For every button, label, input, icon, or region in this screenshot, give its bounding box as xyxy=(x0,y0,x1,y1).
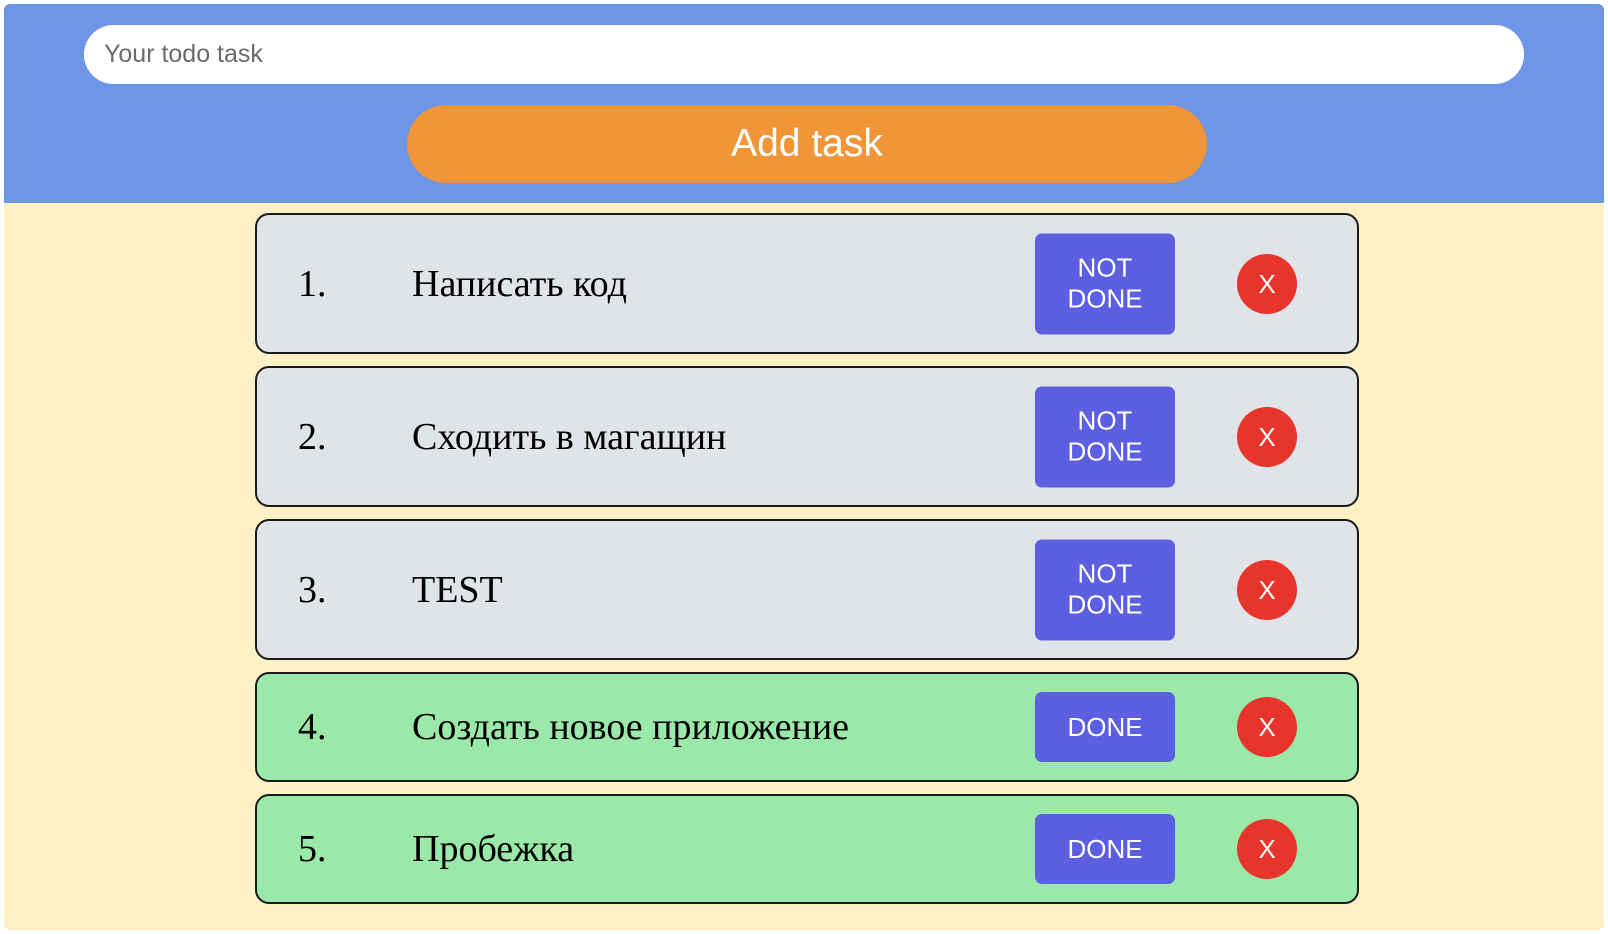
task-text: Написать код xyxy=(412,262,627,305)
task-text: Сходить в магащин xyxy=(412,415,727,458)
task-number: 1. xyxy=(298,262,327,305)
delete-task-button[interactable]: X xyxy=(1237,819,1297,879)
delete-task-button[interactable]: X xyxy=(1237,253,1297,314)
task-number: 5. xyxy=(298,828,327,870)
task-row: 3. TEST NOT DONE X xyxy=(255,519,1359,660)
toggle-status-button[interactable]: DONE xyxy=(1035,814,1175,884)
delete-task-button[interactable]: X xyxy=(1237,697,1297,757)
toggle-status-button[interactable]: NOT DONE xyxy=(1035,386,1175,487)
add-task-button[interactable]: Add task xyxy=(407,105,1207,183)
toggle-status-button[interactable]: DONE xyxy=(1035,692,1175,762)
header: Add task xyxy=(4,4,1604,203)
todo-app: Add task 1. Написать код NOT DONE X 2. С… xyxy=(4,4,1604,930)
task-row: 2. Сходить в магащин NOT DONE X xyxy=(255,366,1359,507)
task-list: 1. Написать код NOT DONE X 2. Сходить в … xyxy=(255,213,1359,916)
task-row: 1. Написать код NOT DONE X xyxy=(255,213,1359,354)
task-row: 5. Пробежка DONE X xyxy=(255,794,1359,904)
task-row: 4. Создать новое приложение DONE X xyxy=(255,672,1359,782)
task-input[interactable] xyxy=(84,25,1524,84)
task-text: Пробежка xyxy=(412,828,575,870)
task-number: 2. xyxy=(298,415,327,458)
task-text: Создать новое приложение xyxy=(412,706,850,748)
delete-task-button[interactable]: X xyxy=(1237,406,1297,467)
delete-task-button[interactable]: X xyxy=(1237,559,1297,620)
task-text: TEST xyxy=(412,568,503,611)
toggle-status-button[interactable]: NOT DONE xyxy=(1035,539,1175,640)
task-number: 3. xyxy=(298,568,327,611)
toggle-status-button[interactable]: NOT DONE xyxy=(1035,233,1175,334)
task-number: 4. xyxy=(298,706,327,748)
